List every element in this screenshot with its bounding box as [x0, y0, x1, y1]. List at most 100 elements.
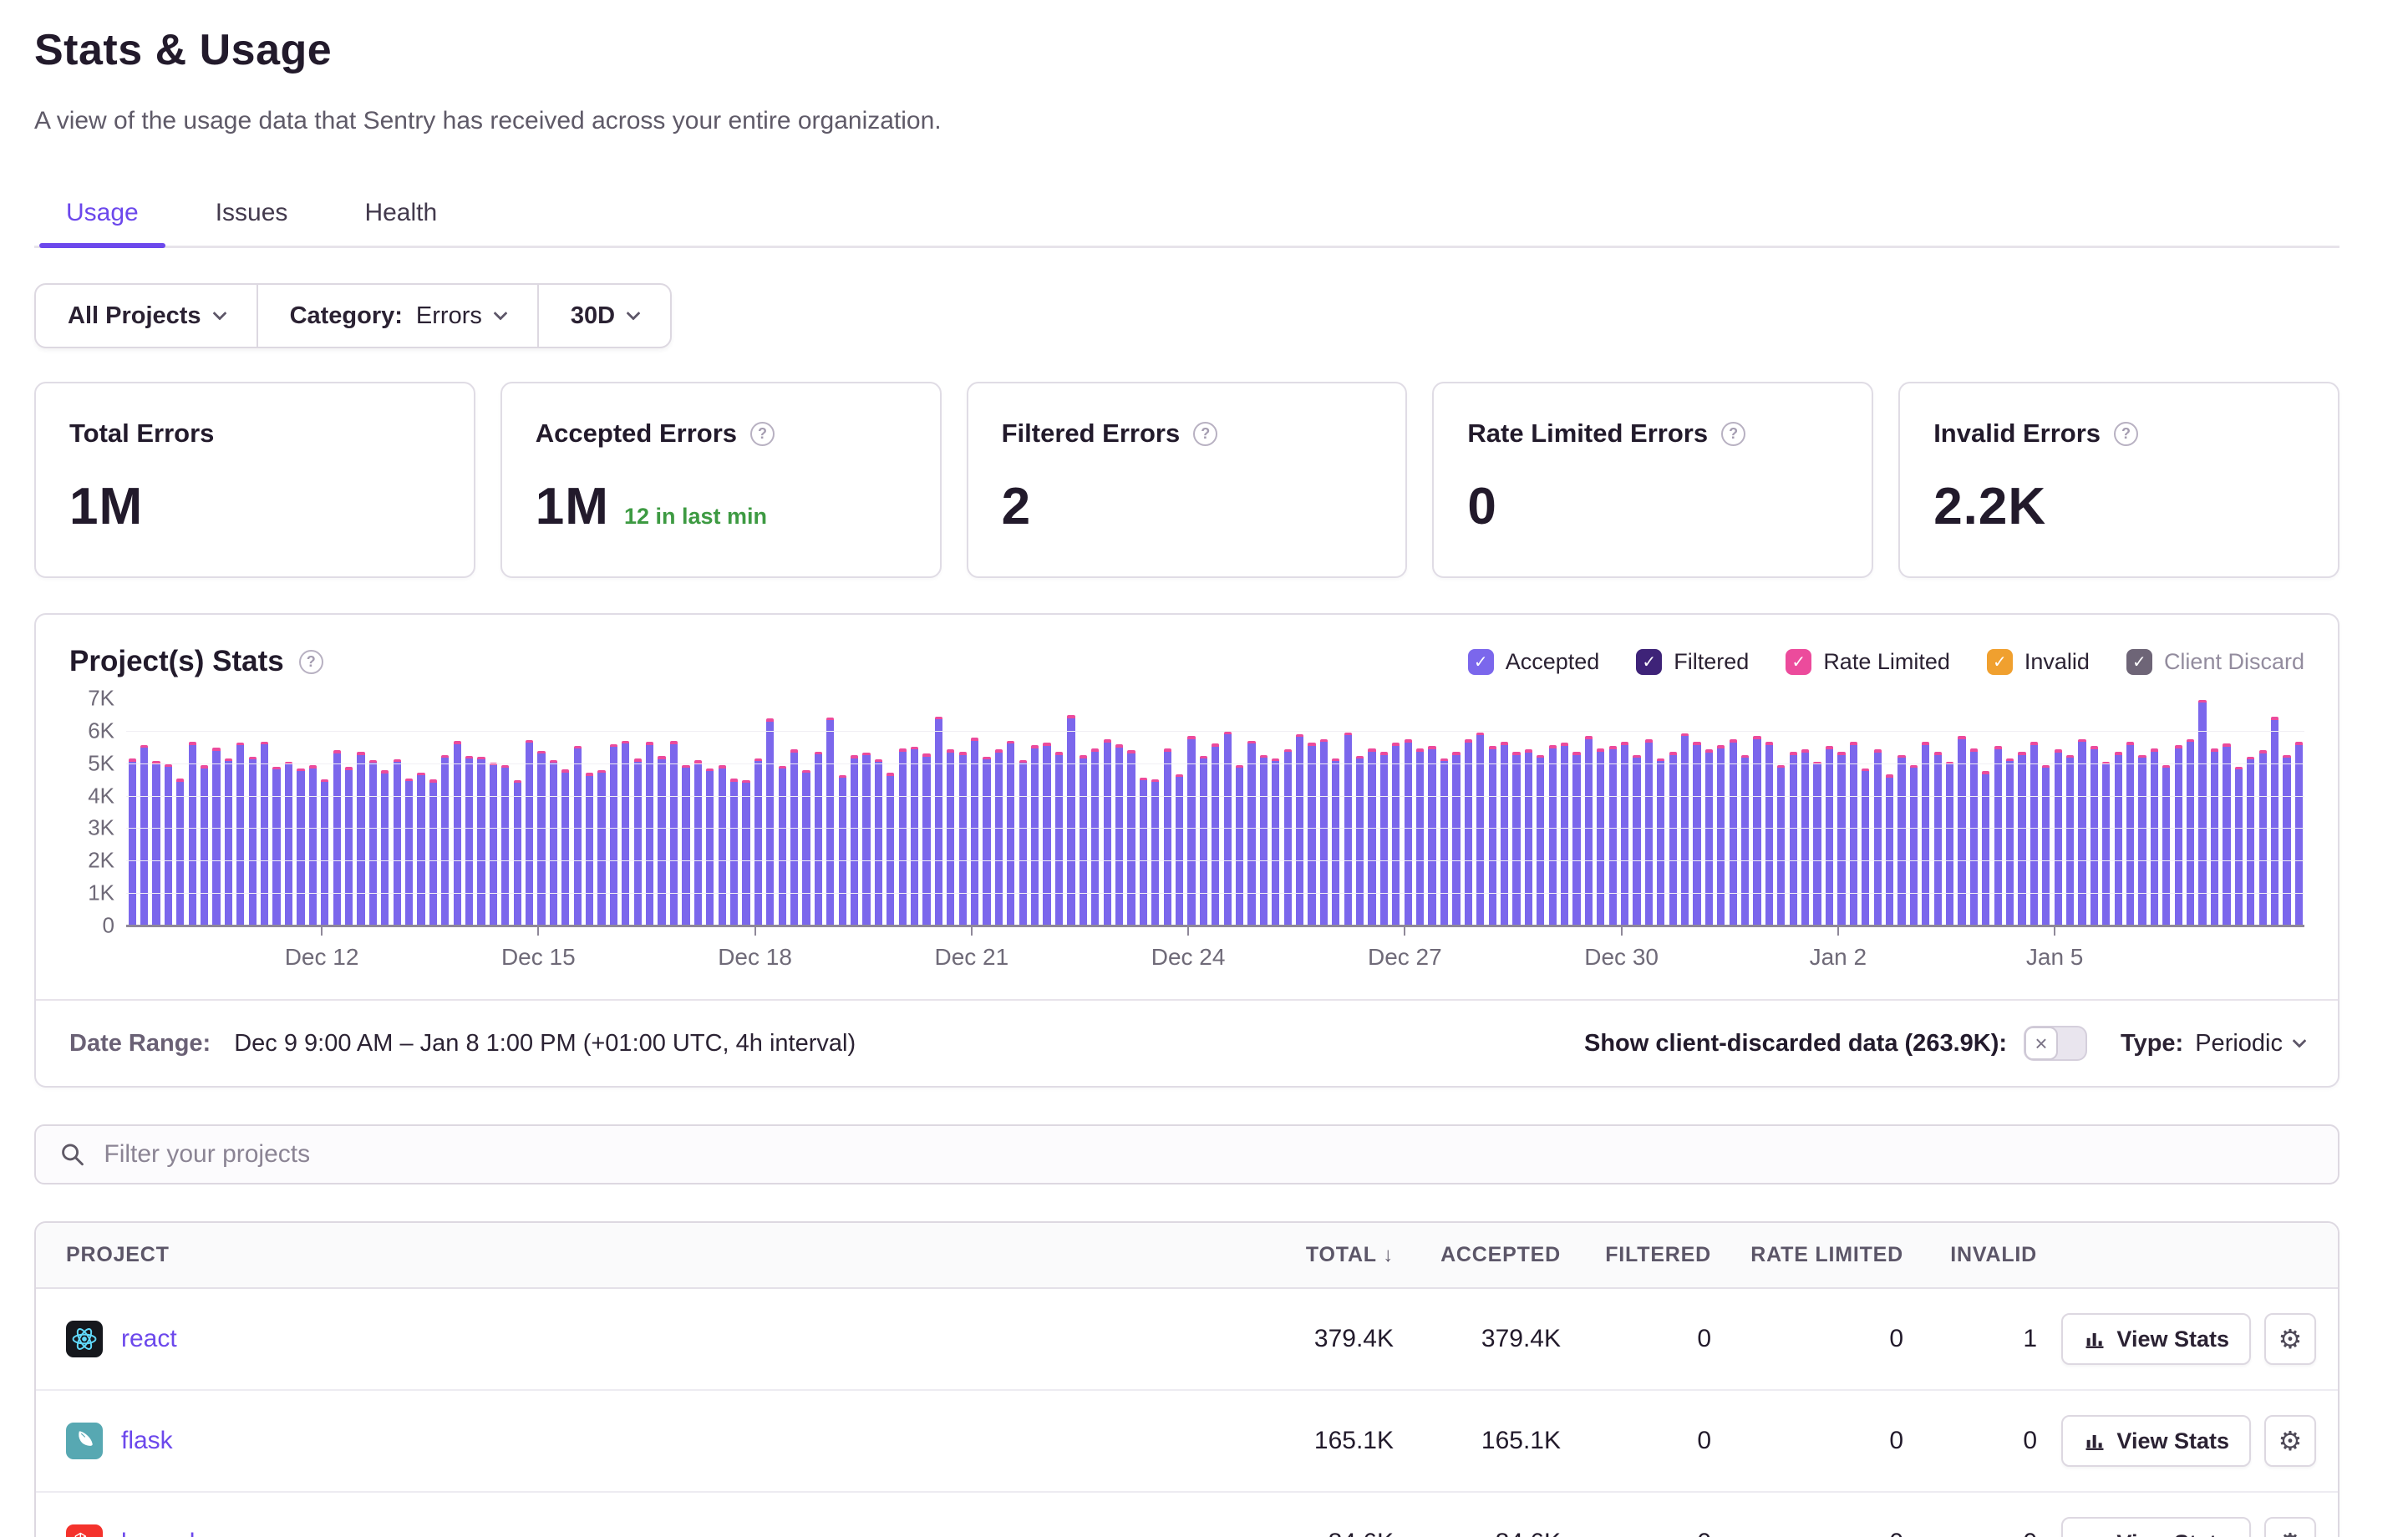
- chart-bar[interactable]: [1512, 752, 1520, 926]
- chart-bar[interactable]: [1753, 736, 1760, 926]
- chart-bar[interactable]: [2223, 743, 2230, 926]
- chart-bar[interactable]: [272, 767, 280, 926]
- chart-bar[interactable]: [1440, 758, 1448, 926]
- chart-bar[interactable]: [1247, 741, 1255, 926]
- chart-bar[interactable]: [1140, 778, 1147, 926]
- chart-bar[interactable]: [165, 764, 172, 926]
- chart-bar[interactable]: [2271, 717, 2278, 926]
- chart-bar[interactable]: [802, 770, 810, 926]
- chart-bar[interactable]: [1886, 774, 1893, 926]
- tab-health[interactable]: Health: [338, 187, 464, 246]
- chart-bar[interactable]: [140, 745, 148, 926]
- chart-bar[interactable]: [947, 749, 954, 926]
- chart-bar[interactable]: [1958, 736, 1965, 926]
- chart-bar[interactable]: [381, 770, 389, 926]
- chart-bar[interactable]: [1777, 765, 1785, 926]
- chart-bar[interactable]: [369, 760, 377, 926]
- chart-bar[interactable]: [1356, 756, 1364, 926]
- search-input[interactable]: [104, 1140, 2314, 1169]
- chart-bar[interactable]: [152, 761, 160, 926]
- chart-bar[interactable]: [1862, 768, 1869, 926]
- chart-bar[interactable]: [2078, 739, 2085, 926]
- chart-bar[interactable]: [995, 749, 1003, 926]
- chart-bar[interactable]: [658, 756, 665, 926]
- chart-bar[interactable]: [454, 741, 461, 926]
- chart-bar[interactable]: [1416, 748, 1424, 926]
- chart-bar[interactable]: [574, 746, 582, 926]
- chart-bar[interactable]: [561, 769, 569, 926]
- chart-bar[interactable]: [1813, 762, 1821, 926]
- chart-bar[interactable]: [851, 755, 858, 926]
- chart-bar[interactable]: [766, 718, 774, 926]
- chart-bar[interactable]: [285, 762, 292, 926]
- chart-bar[interactable]: [1572, 752, 1580, 926]
- chart-bar[interactable]: [730, 779, 738, 926]
- chart-bar[interactable]: [2247, 757, 2254, 926]
- chart-bar[interactable]: [537, 751, 545, 926]
- chart-bar[interactable]: [2283, 755, 2290, 926]
- chart-bar[interactable]: [2055, 749, 2062, 926]
- chart-bar[interactable]: [1922, 742, 1929, 926]
- type-dropdown[interactable]: Type: Periodic: [2121, 1030, 2304, 1058]
- chart-bar[interactable]: [935, 717, 942, 926]
- chart-bar[interactable]: [1501, 742, 1508, 926]
- project-settings-button[interactable]: ⚙: [2264, 1313, 2316, 1365]
- chart-bar[interactable]: [1705, 749, 1713, 926]
- chart-bar[interactable]: [2018, 752, 2025, 926]
- chart-bar[interactable]: [2030, 742, 2038, 926]
- column-header-total[interactable]: TOTAL ↓: [1218, 1223, 1394, 1288]
- chart-bar[interactable]: [1790, 752, 1797, 926]
- chart-bar[interactable]: [1741, 755, 1749, 926]
- chart-bar[interactable]: [176, 779, 184, 926]
- chart-bar[interactable]: [2211, 748, 2218, 926]
- chart-bar[interactable]: [441, 755, 449, 926]
- chart-bar[interactable]: [983, 757, 990, 926]
- chart-bar[interactable]: [1525, 749, 1532, 926]
- category-filter-dropdown[interactable]: Category: Errors: [258, 285, 539, 347]
- chart-bar[interactable]: [1392, 743, 1400, 926]
- chart-bar[interactable]: [1380, 752, 1388, 926]
- chart-bar[interactable]: [1897, 755, 1905, 926]
- help-icon[interactable]: ?: [1721, 422, 1745, 446]
- chart-bar[interactable]: [2090, 746, 2098, 926]
- legend-item-invalid[interactable]: ✓ Invalid: [1987, 649, 2090, 675]
- chart-bar[interactable]: [1308, 743, 1315, 926]
- view-stats-button[interactable]: View Stats: [2061, 1313, 2251, 1365]
- chart-bar[interactable]: [2042, 765, 2050, 926]
- chart-bar[interactable]: [1645, 739, 1653, 926]
- chart-bar[interactable]: [971, 738, 978, 926]
- chart-bar[interactable]: [357, 752, 364, 926]
- chart-bar[interactable]: [1693, 742, 1700, 926]
- chart-bar[interactable]: [1031, 745, 1039, 926]
- chart-bar[interactable]: [1067, 715, 1074, 926]
- chart-bar[interactable]: [2126, 742, 2134, 926]
- chart-bar[interactable]: [429, 779, 437, 926]
- chart-bar[interactable]: [1104, 739, 1111, 926]
- chart-bar[interactable]: [1837, 752, 1845, 926]
- chart-bar[interactable]: [922, 753, 930, 926]
- chart-bar[interactable]: [646, 742, 653, 926]
- chart-bar[interactable]: [1801, 749, 1809, 926]
- chart-bar[interactable]: [682, 765, 689, 926]
- chart-bar[interactable]: [1368, 748, 1375, 926]
- chart-bar[interactable]: [2006, 758, 2014, 926]
- project-link[interactable]: flask: [121, 1427, 173, 1455]
- chart-bar[interactable]: [1765, 742, 1773, 926]
- chart-bar[interactable]: [1176, 774, 1183, 926]
- chart-bar[interactable]: [514, 780, 521, 926]
- chart-bar[interactable]: [597, 770, 605, 926]
- chart-bar[interactable]: [1320, 739, 1328, 926]
- project-link[interactable]: laravel: [121, 1529, 195, 1537]
- chart-bar[interactable]: [2102, 762, 2110, 926]
- help-icon[interactable]: ?: [750, 422, 775, 446]
- chart-bar[interactable]: [1537, 755, 1544, 926]
- chart-bar[interactable]: [839, 775, 846, 926]
- chart-bar[interactable]: [719, 765, 726, 926]
- chart-bar[interactable]: [1007, 741, 1014, 926]
- chart-bar[interactable]: [1080, 755, 1087, 926]
- column-header-project[interactable]: PROJECT: [36, 1223, 1218, 1288]
- project-link[interactable]: react: [121, 1325, 177, 1353]
- chart-bar[interactable]: [261, 742, 268, 926]
- date-range-dropdown[interactable]: 30D: [539, 285, 670, 347]
- chart-bar[interactable]: [634, 758, 642, 926]
